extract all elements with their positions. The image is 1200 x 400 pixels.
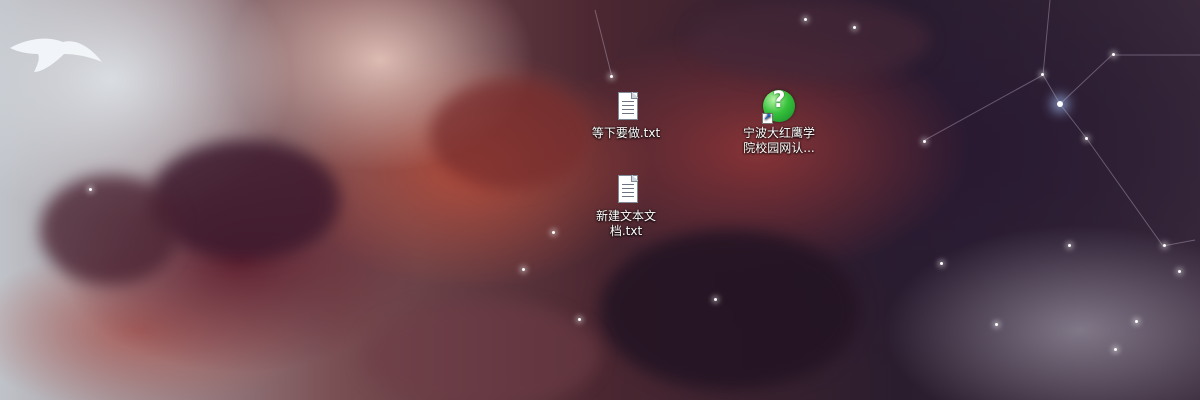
- star: [1112, 53, 1115, 56]
- desktop-icon-campus-network-shortcut[interactable]: ? ↗ 宁波大红鹰学院校园网认...: [736, 90, 822, 156]
- star: [923, 140, 926, 143]
- star: [940, 262, 943, 265]
- star: [1068, 244, 1071, 247]
- globe-question-icon: ? ↗: [762, 90, 796, 124]
- star: [1114, 348, 1117, 351]
- bird-decoration: [10, 38, 102, 72]
- star: [995, 323, 998, 326]
- star: [853, 26, 856, 29]
- star: [1085, 137, 1088, 140]
- star: [804, 18, 807, 21]
- star: [1135, 320, 1138, 323]
- desktop-icon-label: 新建文本文档.txt: [595, 209, 656, 238]
- desktop-icon-label: 等下要做.txt: [591, 126, 661, 140]
- star: [522, 268, 525, 271]
- star: [1041, 73, 1044, 76]
- star: [578, 318, 581, 321]
- star: [552, 231, 555, 234]
- desktop-background[interactable]: 等下要做.txt 新建文本文档.txt ? ↗ 宁波大红鹰学院校园网认...: [0, 0, 1200, 400]
- star: [1178, 270, 1181, 273]
- text-file-icon: [609, 90, 643, 124]
- shortcut-arrow-icon: ↗: [762, 113, 773, 124]
- star: [610, 75, 613, 78]
- desktop-icon-label: 宁波大红鹰学院校园网认...: [742, 126, 815, 155]
- star: [714, 298, 717, 301]
- desktop-icon-new-text-document[interactable]: 新建文本文档.txt: [583, 173, 669, 239]
- star-bright: [1057, 101, 1063, 107]
- text-file-icon: [609, 173, 643, 207]
- star: [89, 188, 92, 191]
- star: [1163, 244, 1166, 247]
- desktop-icon-todo-txt[interactable]: 等下要做.txt: [583, 90, 669, 141]
